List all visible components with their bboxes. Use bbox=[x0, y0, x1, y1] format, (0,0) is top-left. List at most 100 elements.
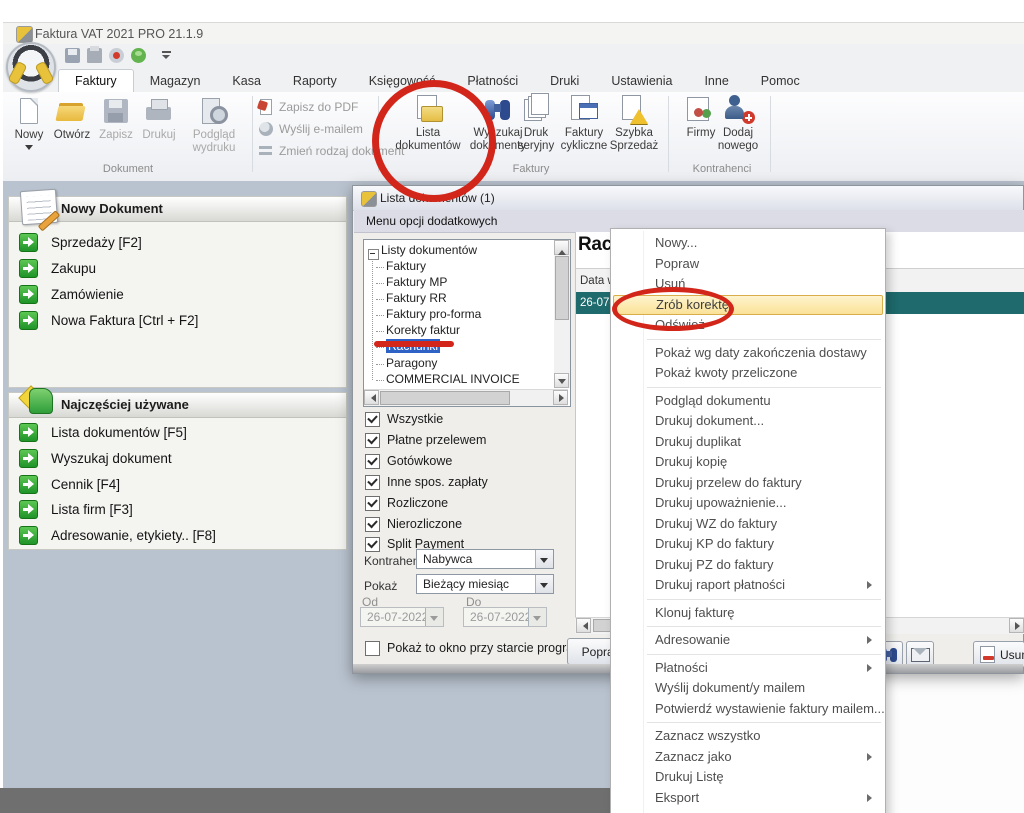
sidebar-item-sprzedazy[interactable]: Sprzedaży [F2] bbox=[19, 233, 142, 251]
sidebar-item-zakupu[interactable]: Zakupu bbox=[19, 259, 96, 277]
date-from-field[interactable]: 26-07-2022 bbox=[360, 607, 444, 627]
scroll-down-icon[interactable] bbox=[554, 373, 569, 388]
menu-item-zaznacz-wszystko[interactable]: Zaznacz wszystko bbox=[611, 726, 885, 747]
drukuj-button[interactable]: Drukuj bbox=[138, 96, 180, 142]
scrollbar-thumb[interactable] bbox=[380, 391, 510, 405]
tab-kasa[interactable]: Kasa bbox=[216, 70, 277, 92]
checkbox-wszystkie[interactable]: Wszystkie bbox=[365, 412, 443, 426]
menu-item-drukuj-dokument[interactable]: Drukuj dokument... bbox=[611, 411, 885, 432]
menu-item-potwierdz-wystawienie[interactable]: Potwierdź wystawienie faktury mailem... bbox=[611, 699, 885, 720]
otworz-button[interactable]: Otwórz bbox=[50, 96, 94, 142]
tree-item-korekty-faktur[interactable]: Korekty faktur bbox=[376, 323, 460, 338]
dialog-titlebar[interactable]: Lista dokumentów (1) bbox=[353, 186, 1023, 211]
menu-item-adresowanie[interactable]: Adresowanie bbox=[611, 630, 885, 651]
tab-ustawienia[interactable]: Ustawienia bbox=[595, 70, 688, 92]
scroll-right-icon[interactable] bbox=[1009, 618, 1024, 633]
menu-item-drukuj-duplikat[interactable]: Drukuj duplikat bbox=[611, 432, 885, 453]
dodaj-nowego-button[interactable]: Dodaj nowego bbox=[710, 94, 766, 153]
nowy-button[interactable]: Nowy bbox=[10, 96, 48, 154]
scroll-left-icon[interactable] bbox=[576, 618, 591, 633]
menu-item-drukuj-przelew[interactable]: Drukuj przelew do faktury bbox=[611, 473, 885, 494]
faktury-cykliczne-button[interactable]: Faktury cykliczne bbox=[556, 94, 612, 153]
checkbox-icon bbox=[365, 475, 380, 490]
tree-item-paragony[interactable]: Paragony bbox=[376, 356, 437, 371]
tab-pomoc[interactable]: Pomoc bbox=[745, 70, 816, 92]
customize-toolbar-icon[interactable] bbox=[159, 48, 174, 63]
checkbox-rozliczone[interactable]: Rozliczone bbox=[365, 496, 448, 510]
menu-item-nowy[interactable]: Nowy... bbox=[611, 233, 885, 254]
menu-item-eksport[interactable]: Eksport bbox=[611, 788, 885, 809]
menu-item-drukuj-kopie[interactable]: Drukuj kopię bbox=[611, 452, 885, 473]
menu-item-drukuj-raport-platnosci[interactable]: Drukuj raport płatności bbox=[611, 575, 885, 596]
menu-item-pokaz-kwoty[interactable]: Pokaż kwoty przeliczone bbox=[611, 363, 885, 384]
tree-root[interactable]: Listy dokumentów bbox=[381, 243, 477, 258]
checkbox-startup-option[interactable]: Pokaż to okno przy starcie programu bbox=[365, 641, 591, 655]
menu-item-usun[interactable]: Usuń bbox=[611, 274, 885, 295]
sidebar-item-zamowienie[interactable]: Zamówienie bbox=[19, 285, 124, 303]
menu-item-pokaz-wg-daty[interactable]: Pokaż wg daty zakończenia dostawy bbox=[611, 343, 885, 364]
scroll-right-icon[interactable] bbox=[553, 390, 568, 405]
checkbox-platne-przelewem[interactable]: Płatne przelewem bbox=[365, 433, 486, 447]
date-to-field[interactable]: 26-07-2022 bbox=[463, 607, 547, 627]
tree-horizontal-scrollbar[interactable] bbox=[364, 389, 568, 406]
szybka-sprzedaz-button[interactable]: Szybka Sprzedaż bbox=[606, 94, 662, 153]
menu-item-drukuj-pz[interactable]: Drukuj PZ do faktury bbox=[611, 555, 885, 576]
menu-item-odswiez[interactable]: Odśwież bbox=[611, 315, 885, 336]
tab-magazyn[interactable]: Magazyn bbox=[134, 70, 217, 92]
menu-item-drukuj-kp[interactable]: Drukuj KP do faktury bbox=[611, 534, 885, 555]
app-logo[interactable] bbox=[6, 42, 56, 92]
column-wartosc[interactable]: Wartość bbox=[1016, 269, 1024, 293]
sidebar-item-lista-dokumentow[interactable]: Lista dokumentów [F5] bbox=[19, 423, 187, 441]
tab-raporty[interactable]: Raporty bbox=[277, 70, 353, 92]
tab-faktury[interactable]: Faktury bbox=[58, 69, 134, 92]
sidebar-item-nowa-faktura[interactable]: Nowa Faktura [Ctrl + F2] bbox=[19, 311, 198, 329]
menu-item-drukuj-upowaznienie[interactable]: Drukuj upoważnienie... bbox=[611, 493, 885, 514]
update-badge-icon[interactable] bbox=[131, 48, 146, 63]
menu-item-podglad-dokumentu[interactable]: Podgląd dokumentu bbox=[611, 391, 885, 412]
podglad-wydruku-button[interactable]: Podgląd wydruku bbox=[182, 96, 246, 155]
kontrahent-select[interactable]: Nabywca bbox=[416, 549, 554, 569]
zapisz-button[interactable]: Zapisz bbox=[96, 96, 136, 142]
sidebar-item-cennik[interactable]: Cennik [F4] bbox=[19, 475, 120, 493]
print-icon[interactable] bbox=[87, 48, 102, 63]
checkbox-gotowkowe[interactable]: Gotówkowe bbox=[365, 454, 452, 468]
dropdown-icon[interactable] bbox=[535, 550, 553, 568]
checkbox-inne-sposoby[interactable]: Inne spos. zapłaty bbox=[365, 475, 488, 489]
menu-opcji-dodatkowych[interactable]: Menu opcji dodatkowych bbox=[366, 214, 497, 228]
tab-druki[interactable]: Druki bbox=[534, 70, 595, 92]
zmien-rodzaj-dokumentu-button[interactable]: Zmień rodzaj dokument bbox=[258, 142, 404, 160]
dropdown-icon[interactable] bbox=[535, 575, 553, 593]
menu-item-platnosci[interactable]: Płatności bbox=[611, 658, 885, 679]
save-icon[interactable] bbox=[65, 48, 80, 63]
scrollbar-thumb[interactable] bbox=[555, 256, 569, 320]
settings-badge-icon[interactable] bbox=[109, 48, 124, 63]
checkbox-nierozliczone[interactable]: Nierozliczone bbox=[365, 517, 462, 531]
menu-item-zrob-korekte[interactable]: Zrób korektę bbox=[613, 295, 883, 316]
document-list-tree[interactable]: Listy dokumentów Faktury Faktury MP Fakt… bbox=[363, 239, 571, 407]
menu-item-wyslij-dokumenty-mailem[interactable]: Wyślij dokument/y mailem bbox=[611, 678, 885, 699]
tree-item-commercial-invoice[interactable]: COMMERCIAL INVOICE bbox=[376, 372, 520, 387]
sidebar-item-wyszukaj-dokument[interactable]: Wyszukaj dokument bbox=[19, 449, 172, 467]
zapisz-do-pdf-button[interactable]: Zapisz do PDF bbox=[258, 98, 358, 116]
tree-item-faktury-mp[interactable]: Faktury MP bbox=[376, 275, 447, 290]
tree-item-faktury[interactable]: Faktury bbox=[376, 259, 426, 274]
pokaz-select[interactable]: Bieżący miesiąc bbox=[416, 574, 554, 594]
wyslij-emailem-button[interactable]: Wyślij e-mailem bbox=[258, 120, 363, 138]
lista-dokumentow-button[interactable]: Lista dokumentów bbox=[397, 94, 459, 153]
tab-ksiegowosc[interactable]: Księgowość bbox=[353, 70, 452, 92]
tab-inne[interactable]: Inne bbox=[688, 70, 744, 92]
tree-item-faktury-pro-forma[interactable]: Faktury pro-forma bbox=[376, 307, 481, 322]
menu-item-drukuj-liste[interactable]: Drukuj Listę bbox=[611, 767, 885, 788]
sidebar-item-adresowanie[interactable]: Adresowanie, etykiety.. [F8] bbox=[19, 526, 216, 544]
menu-item-popraw[interactable]: Popraw bbox=[611, 254, 885, 275]
scroll-up-icon[interactable] bbox=[554, 240, 569, 255]
tree-item-faktury-rr[interactable]: Faktury RR bbox=[376, 291, 447, 306]
tree-vertical-scrollbar[interactable] bbox=[554, 240, 570, 388]
sidebar-item-lista-firm[interactable]: Lista firm [F3] bbox=[19, 500, 133, 518]
menu-item-drukuj-wz[interactable]: Drukuj WZ do faktury bbox=[611, 514, 885, 535]
scroll-left-icon[interactable] bbox=[364, 390, 379, 405]
tab-platnosci[interactable]: Płatności bbox=[451, 70, 534, 92]
menu-item-zaznacz-jako[interactable]: Zaznacz jako bbox=[611, 747, 885, 768]
menu-item-klonuj-fakture[interactable]: Klonuj fakturę bbox=[611, 603, 885, 624]
druk-seryjny-button[interactable]: Druk seryjny bbox=[512, 94, 560, 153]
